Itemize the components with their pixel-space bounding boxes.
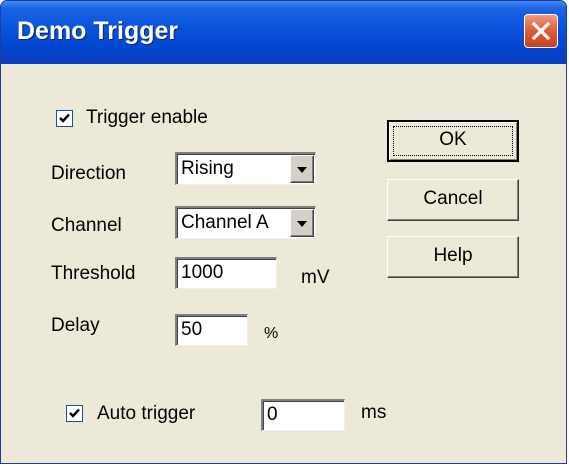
ok-button[interactable]: OK bbox=[387, 120, 519, 162]
auto-trigger-unit: ms bbox=[361, 402, 387, 423]
direction-select[interactable]: Rising bbox=[175, 152, 316, 185]
checkmark-icon bbox=[59, 113, 70, 123]
help-button[interactable]: Help bbox=[387, 236, 519, 278]
dialog-window: Demo Trigger Trigger enable Direction Ri… bbox=[0, 0, 567, 464]
channel-label: Channel bbox=[51, 215, 122, 236]
cancel-button-label: Cancel bbox=[423, 188, 483, 209]
delay-label: Delay bbox=[51, 315, 100, 336]
delay-unit: % bbox=[264, 325, 279, 342]
close-icon bbox=[531, 21, 551, 41]
direction-label: Direction bbox=[51, 163, 126, 184]
close-button[interactable] bbox=[524, 14, 558, 48]
delay-input[interactable]: 50 bbox=[175, 314, 248, 346]
threshold-input[interactable]: 1000 bbox=[175, 257, 277, 289]
focus-rectangle bbox=[393, 126, 513, 156]
dropdown-arrow-icon bbox=[297, 221, 307, 227]
threshold-unit: mV bbox=[301, 267, 330, 288]
direction-dropdown-button[interactable] bbox=[290, 155, 314, 183]
auto-trigger-input[interactable]: 0 bbox=[261, 399, 345, 431]
dialog-body: Trigger enable Direction Rising Channel … bbox=[6, 64, 561, 458]
trigger-enable-checkbox[interactable] bbox=[56, 110, 73, 127]
title-bar[interactable]: Demo Trigger bbox=[1, 1, 566, 64]
window-title: Demo Trigger bbox=[17, 17, 179, 45]
auto-trigger-checkbox[interactable] bbox=[66, 405, 83, 422]
dropdown-arrow-icon bbox=[297, 167, 307, 173]
cancel-button[interactable]: Cancel bbox=[387, 179, 519, 221]
channel-value: Channel A bbox=[181, 212, 269, 233]
threshold-label: Threshold bbox=[51, 263, 136, 284]
trigger-enable-label: Trigger enable bbox=[86, 107, 208, 128]
channel-dropdown-button[interactable] bbox=[290, 209, 314, 237]
channel-select[interactable]: Channel A bbox=[175, 206, 316, 239]
help-button-label: Help bbox=[433, 245, 473, 266]
checkmark-icon bbox=[69, 408, 80, 418]
auto-trigger-label: Auto trigger bbox=[97, 403, 196, 424]
direction-value: Rising bbox=[181, 158, 234, 179]
